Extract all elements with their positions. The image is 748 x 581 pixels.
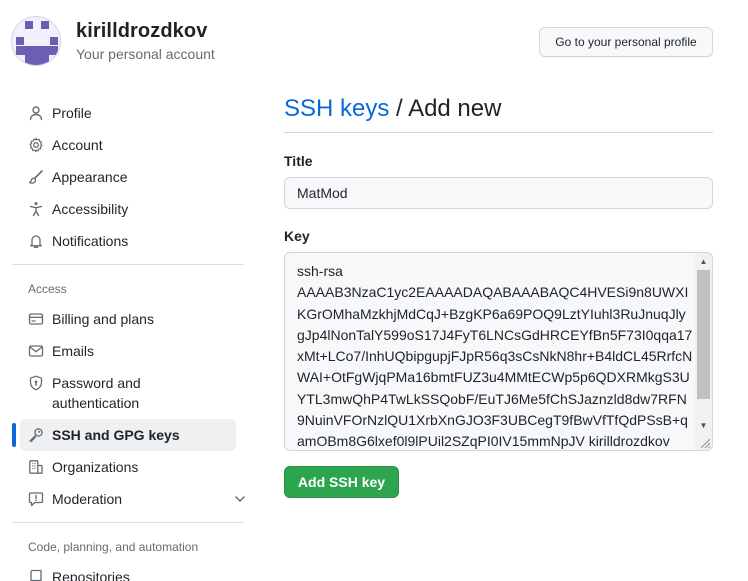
- breadcrumb-separator: /: [389, 95, 409, 122]
- paintbrush-icon: [28, 170, 43, 184]
- page-heading: Add new: [408, 95, 502, 122]
- accessibility-icon: [29, 202, 43, 217]
- person-icon: [29, 106, 43, 121]
- sidebar-divider: [12, 522, 244, 523]
- key-icon: [29, 428, 43, 442]
- sidebar-item-label: Repositories: [52, 569, 130, 581]
- sidebar-item-label: Password and: [52, 375, 141, 391]
- title-input[interactable]: [284, 177, 713, 209]
- sidebar-item-billing[interactable]: Billing and plans: [20, 303, 236, 335]
- sidebar-item-label: Emails: [52, 343, 95, 359]
- sidebar-item-organizations[interactable]: Organizations: [20, 451, 236, 483]
- title-label: Title: [284, 153, 313, 169]
- sidebar-item-label: Appearance: [52, 169, 128, 185]
- bell-icon: [30, 235, 42, 248]
- scroll-up-arrow-icon[interactable]: ▲: [695, 253, 712, 269]
- key-label: Key: [284, 228, 310, 244]
- account-subtitle: Your personal account: [76, 46, 215, 62]
- sidebar-item-emails[interactable]: Emails: [20, 335, 236, 367]
- sidebar-section-access: Access: [28, 282, 67, 296]
- avatar[interactable]: [11, 16, 61, 66]
- sidebar-item-label: Notifications: [52, 233, 129, 249]
- scroll-thumb[interactable]: [697, 270, 710, 399]
- mail-icon: [28, 345, 44, 357]
- sidebar-item-ssh-gpg-keys[interactable]: SSH and GPG keys: [20, 419, 236, 451]
- sidebar-item-label: SSH and GPG keys: [52, 427, 180, 443]
- sidebar-item-appearance[interactable]: Appearance: [20, 161, 236, 193]
- textarea-scrollbar[interactable]: ▲ ▼: [695, 253, 712, 450]
- sidebar-item-label: Profile: [52, 105, 92, 121]
- credit-card-icon: [28, 313, 44, 325]
- settings-header: kirilldrozdkov Your personal account Go …: [0, 0, 748, 88]
- repo-icon: [30, 569, 42, 581]
- resize-grip-icon[interactable]: [697, 435, 711, 449]
- key-content: ssh-rsa AAAAB3NzaC1yc2EAAAADAQABAAABAQC4…: [297, 263, 693, 450]
- sidebar-item-accessibility[interactable]: Accessibility: [20, 193, 236, 225]
- scroll-down-arrow-icon[interactable]: ▼: [695, 417, 712, 433]
- active-indicator: [12, 423, 16, 447]
- go-to-profile-button[interactable]: Go to your personal profile: [539, 27, 713, 57]
- shield-lock-icon: [29, 375, 43, 391]
- key-textarea[interactable]: ssh-rsa AAAAB3NzaC1yc2EAAAADAQABAAABAQC4…: [284, 252, 713, 451]
- report-icon: [28, 492, 44, 507]
- sidebar-item-label: Accessibility: [52, 201, 129, 217]
- sidebar-item-account[interactable]: Account: [20, 129, 236, 161]
- sidebar-item-label: Organizations: [52, 459, 139, 475]
- sidebar-section-code-planning: Code, planning, and automation: [28, 540, 199, 554]
- sidebar-item-label-line2: authentication: [52, 395, 140, 411]
- title-divider: [284, 132, 713, 133]
- sidebar-item-moderation[interactable]: Moderation: [20, 483, 245, 515]
- key-text: ssh-rsa AAAAB3NzaC1yc2EAAAADAQABAAABAQC4…: [297, 261, 693, 450]
- sidebar-item-repositories[interactable]: Repositories: [20, 561, 236, 581]
- sidebar-item-profile[interactable]: Profile: [20, 97, 236, 129]
- organization-icon: [29, 460, 43, 474]
- sidebar-item-password-authentication[interactable]: Password and authentication: [20, 367, 236, 419]
- gear-icon: [29, 137, 43, 153]
- sidebar-divider: [12, 264, 244, 265]
- sidebar-item-label: Moderation: [52, 491, 123, 507]
- sidebar-item-notifications[interactable]: Notifications: [20, 225, 236, 257]
- sidebar-item-label: Billing and plans: [52, 311, 154, 327]
- account-username[interactable]: kirilldrozdkov: [76, 20, 207, 43]
- chevron-down-icon[interactable]: [232, 491, 248, 507]
- page-title: SSH keys / Add new: [284, 95, 501, 123]
- key-comment-username: kirilldrozdkov: [588, 433, 670, 450]
- breadcrumb-ssh-keys[interactable]: SSH keys: [284, 95, 389, 122]
- sidebar-item-label: Account: [52, 137, 103, 153]
- add-ssh-key-button[interactable]: Add SSH key: [284, 466, 399, 498]
